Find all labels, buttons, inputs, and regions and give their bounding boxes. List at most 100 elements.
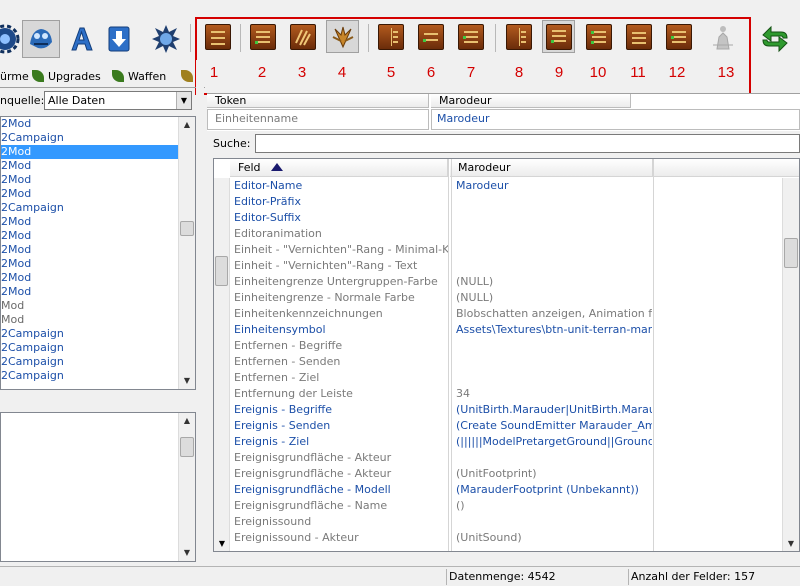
property-row[interactable]: Editoranimation bbox=[230, 226, 799, 242]
property-field-value[interactable]: (NULL) bbox=[456, 274, 652, 290]
unit-name-value[interactable]: Marodeur bbox=[431, 112, 490, 126]
property-grid: Feld Marodeur ▼ Editor-Name Marodeur Edito… bbox=[213, 158, 800, 552]
property-field-value[interactable]: (UnitSound) bbox=[456, 530, 652, 546]
scroll-down-icon[interactable]: ▼ bbox=[783, 536, 799, 551]
property-row[interactable]: Ereignissound bbox=[230, 514, 799, 530]
grid-horizontal-scrollbar[interactable] bbox=[213, 553, 800, 565]
property-row[interactable]: Einheitenkennzeichnungen Blobschatten anz… bbox=[230, 306, 799, 322]
property-field-value[interactable]: (NULL) bbox=[456, 290, 652, 306]
list-item[interactable]: Mod bbox=[1, 299, 195, 313]
property-field-name: Ereignissound bbox=[234, 515, 312, 528]
property-field-value[interactable]: (MarauderFootprint (Unbekannt)) bbox=[456, 482, 652, 498]
search-input[interactable] bbox=[255, 134, 800, 153]
list-item[interactable]: 2Campaign bbox=[1, 201, 195, 215]
list-item[interactable]: 2Mod bbox=[1, 117, 195, 131]
property-row[interactable]: Ereignis - Ziel (||||||ModelPretargetGrou… bbox=[230, 434, 799, 450]
property-row[interactable]: Entfernen - Ziel bbox=[230, 370, 799, 386]
scroll-up-icon[interactable]: ▲ bbox=[179, 117, 195, 133]
object-list-scrollbar[interactable]: ▲ ▼ bbox=[178, 117, 195, 389]
scroll-thumb[interactable] bbox=[784, 238, 798, 268]
field-column-header[interactable]: Feld bbox=[230, 159, 448, 177]
scroll-up-icon[interactable]: ▲ bbox=[179, 413, 195, 429]
record-count: Datenmenge: 4542 bbox=[446, 569, 626, 585]
property-row[interactable]: Ereignisgrundfläche - Name () bbox=[230, 498, 799, 514]
property-field-name: Ereignissound - Akteur bbox=[234, 531, 359, 544]
grid-scrollbar[interactable]: ▼ bbox=[782, 178, 799, 551]
property-field-value[interactable]: (UnitFootprint) bbox=[456, 466, 652, 482]
download-arrow-icon[interactable] bbox=[100, 20, 138, 58]
scroll-thumb[interactable] bbox=[180, 437, 194, 457]
property-field-name: Ereignisgrundfläche - Name bbox=[234, 499, 388, 512]
list-item[interactable]: 2Mod bbox=[1, 187, 195, 201]
pane-splitter[interactable] bbox=[196, 60, 204, 565]
scroll-down-icon[interactable]: ▼ bbox=[214, 537, 230, 551]
property-field-value[interactable]: Assets\Textures\btn-unit-terran-marauder bbox=[456, 322, 652, 338]
property-row[interactable]: Einheitensymbol Assets\Textures\btn-unit-… bbox=[230, 322, 799, 338]
property-row[interactable]: Einheitengrenze Untergruppen-Farbe (NULL) bbox=[230, 274, 799, 290]
sort-ascending-icon bbox=[270, 163, 283, 171]
list-item[interactable]: 2Mod bbox=[1, 229, 195, 243]
property-row[interactable]: Einheitengrenze - Normale Farbe (NULL) bbox=[230, 290, 799, 306]
property-field-name: Entfernung der Leiste bbox=[234, 387, 353, 400]
list-item[interactable]: 2Campaign bbox=[1, 369, 195, 383]
list-item[interactable]: 2Mod bbox=[1, 257, 195, 271]
grid-side-scrollbar[interactable]: ▼ bbox=[214, 178, 230, 551]
property-row[interactable]: Einheit - "Vernichten"-Rang - Minimal-Ki… bbox=[230, 242, 799, 258]
tab-units[interactable]: ürme bbox=[0, 68, 29, 88]
tab-upgrades[interactable]: Upgrades bbox=[32, 68, 101, 88]
property-row[interactable]: Ereignis - Senden (Create SoundEmitter Ma… bbox=[230, 418, 799, 434]
tab-weapons[interactable]: Waffen bbox=[112, 68, 166, 88]
value-column-header[interactable]: Marodeur bbox=[450, 159, 653, 177]
property-field-name: Ereignisgrundfläche - Modell bbox=[234, 483, 391, 496]
property-row[interactable]: Editor-Präfix bbox=[230, 194, 799, 210]
property-row[interactable]: Editor-Name Marodeur bbox=[230, 178, 799, 194]
property-row[interactable]: Entfernen - Senden bbox=[230, 354, 799, 370]
list-item[interactable]: 2Campaign bbox=[1, 327, 195, 341]
chevron-down-icon[interactable]: ▼ bbox=[176, 92, 191, 109]
list-item[interactable]: 2Mod bbox=[1, 145, 179, 159]
tab-effects[interactable] bbox=[181, 68, 197, 88]
property-field-value[interactable]: () bbox=[456, 498, 652, 514]
list-item[interactable]: 2Mod bbox=[1, 159, 195, 173]
property-row[interactable]: Ereignis - Begriffe (UnitBirth.Marauder|U… bbox=[230, 402, 799, 418]
scroll-thumb[interactable] bbox=[180, 221, 194, 236]
list-item[interactable]: 2Campaign bbox=[1, 131, 195, 145]
property-field-value[interactable]: Marodeur bbox=[456, 178, 652, 194]
scroll-thumb[interactable] bbox=[215, 256, 228, 286]
property-field-name: Entfernen - Senden bbox=[234, 355, 341, 368]
property-row[interactable]: Ereignisgrundfläche - Modell (MarauderFoo… bbox=[230, 482, 799, 498]
property-field-value[interactable]: (Create SoundEmitter Marauder_Ambienc bbox=[456, 418, 652, 434]
property-row[interactable]: Ereignisgrundfläche - Akteur bbox=[230, 450, 799, 466]
empty-column-header bbox=[653, 159, 799, 177]
list-item[interactable]: 2Mod bbox=[1, 243, 195, 257]
list-item[interactable]: 2Campaign bbox=[1, 341, 195, 355]
property-field-value[interactable]: (||||||ModelPretargetGround||GroundPreSe bbox=[456, 434, 652, 450]
list-item[interactable]: 2Mod bbox=[1, 215, 195, 229]
scroll-down-icon[interactable]: ▼ bbox=[179, 545, 195, 561]
property-row[interactable]: Entfernung der Leiste 34 bbox=[230, 386, 799, 402]
button-number-label: 5 bbox=[386, 64, 396, 81]
data-source-select[interactable]: Alle Daten ▼ bbox=[44, 91, 192, 110]
gear-icon[interactable] bbox=[0, 20, 24, 58]
list-item[interactable]: 2Mod bbox=[1, 271, 195, 285]
font-a-icon[interactable] bbox=[62, 20, 100, 58]
scroll-down-icon[interactable]: ▼ bbox=[179, 373, 195, 389]
sc-refresh-icon[interactable] bbox=[756, 20, 794, 58]
creature-icon[interactable] bbox=[22, 20, 60, 58]
property-field-value[interactable]: 34 bbox=[456, 386, 652, 402]
property-field-value[interactable]: Blobschatten anzeigen, Animation für Ste bbox=[456, 306, 652, 322]
button-number-label: 12 bbox=[668, 64, 686, 81]
list-item[interactable]: 2Campaign bbox=[1, 355, 195, 369]
property-field-value[interactable]: (UnitBirth.Marauder|UnitBirth.Marauder|U… bbox=[456, 402, 652, 418]
property-row[interactable]: Ereignisgrundfläche - Akteur (UnitFootpri… bbox=[230, 466, 799, 482]
list-item[interactable]: 2Mod bbox=[1, 285, 195, 299]
property-row[interactable]: Editor-Suffix bbox=[230, 210, 799, 226]
property-row[interactable]: Einheit - "Vernichten"-Rang - Text bbox=[230, 258, 799, 274]
splash-icon[interactable] bbox=[147, 20, 185, 58]
list-item[interactable]: 2Mod bbox=[1, 173, 195, 187]
list-item[interactable]: Mod bbox=[1, 313, 195, 327]
button-number-label: 8 bbox=[514, 64, 524, 81]
property-row[interactable]: Ereignissound - Akteur (UnitSound) bbox=[230, 530, 799, 546]
secondary-list-scrollbar[interactable]: ▲ ▼ bbox=[178, 413, 195, 561]
property-row[interactable]: Entfernen - Begriffe bbox=[230, 338, 799, 354]
